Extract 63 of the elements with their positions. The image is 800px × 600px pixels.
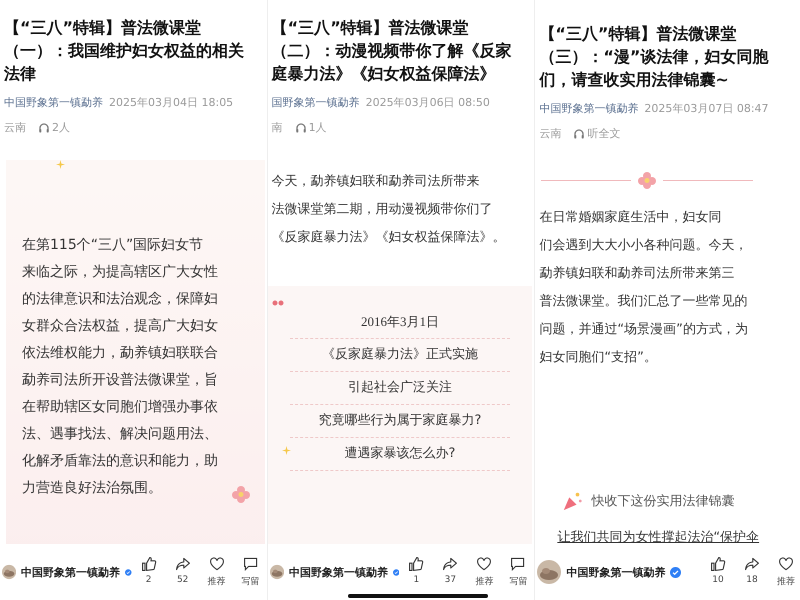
article-title: 【“三八”特辑】普法微课堂 （三）：“漫”谈法律，妇女同胞 们，请查收实用法律锦囊~ xyxy=(539,23,768,91)
recommend-label: 推荐 xyxy=(208,576,226,588)
flower-icon xyxy=(637,170,658,190)
headphones-icon xyxy=(573,128,586,140)
flower-icon xyxy=(230,484,251,504)
listen-count[interactable]: 听全文 xyxy=(587,126,620,141)
thumbs-up-icon[interactable] xyxy=(710,556,726,572)
location-text: 云南 xyxy=(539,126,562,141)
verified-icon xyxy=(670,566,682,578)
share-count: 18 xyxy=(746,575,758,585)
share-count: 52 xyxy=(176,575,188,585)
list-line: 遭遇家暴该怎么办? xyxy=(290,438,510,471)
listen-count[interactable]: 1人 xyxy=(308,120,327,135)
author-link[interactable]: 国野象第一镇勐养 xyxy=(272,95,360,110)
verified-icon xyxy=(125,566,132,578)
heart-icon[interactable] xyxy=(208,556,225,572)
list-line: 引起社会广泛关注 xyxy=(290,372,510,405)
underlined-text: 让我们共同为女性撑起法治“保护伞 xyxy=(557,529,760,544)
comment-label: 写留 xyxy=(242,576,260,588)
comment-icon[interactable] xyxy=(242,556,259,572)
location-text: 南 xyxy=(272,120,283,135)
share-icon[interactable] xyxy=(744,556,760,572)
account-avatar[interactable] xyxy=(537,560,562,584)
account-name[interactable]: 中国野象第一镇勐养 xyxy=(288,564,388,580)
comment-icon[interactable] xyxy=(510,556,526,572)
thumbs-up-icon[interactable] xyxy=(408,556,424,572)
list-line: 《反家庭暴力法》正式实施 xyxy=(290,339,510,372)
publish-date: 2025年03月07日 08:47 xyxy=(644,101,769,116)
article-title: 【“三八”特辑】普法微课堂 （二）：动漫视频带你了解《反家 庭暴力法》《妇女权益保障法》 xyxy=(272,17,512,85)
heart-icon[interactable] xyxy=(476,556,492,572)
like-count: 1 xyxy=(413,575,420,585)
list-line: 2016年3月1日 xyxy=(290,306,510,339)
recommend-label: 推荐 xyxy=(777,576,796,588)
author-link[interactable]: 中国野象第一镇勐养 xyxy=(4,95,103,110)
headphones-icon xyxy=(294,122,307,134)
thumbs-up-icon[interactable] xyxy=(140,556,157,572)
listen-count[interactable]: 2人 xyxy=(52,120,70,135)
like-count: 10 xyxy=(712,575,724,585)
article-title: 【“三八”特辑】普法微课堂 （一）：我国维护妇女权益的相关 法律 xyxy=(4,17,244,85)
location-text: 云南 xyxy=(4,120,26,135)
headphones-icon xyxy=(38,122,50,134)
publish-date: 2025年03月04日 18:05 xyxy=(109,95,234,110)
comment-label: 写留 xyxy=(509,576,528,588)
publish-date: 2025年03月06日 08:50 xyxy=(366,95,490,110)
recommend-label: 推荐 xyxy=(475,576,494,588)
account-name[interactable]: 中国野象第一镇勐养 xyxy=(21,564,120,580)
verified-icon xyxy=(392,566,400,578)
heart-icon[interactable] xyxy=(778,556,794,572)
like-count: 2 xyxy=(146,575,152,585)
list-line: 究竟哪些行为属于家庭暴力? xyxy=(290,405,510,438)
intro-paragraph: 今天，勐养镇妇联和勐养司法所带来 法微课堂第二期，用动漫视频带你们了 《反家庭暴力法》《妇女权益保障法》。 xyxy=(272,173,506,247)
banner-text: 快收下这份实用法律锦囊 xyxy=(591,493,734,510)
intro-paragraph: 在日常婚姻家庭生活中，妇女同 们会遇到大大小小各种问题。今天， 勐养镇妇联和勐养司法所带来第三 普法微课堂。我们汇总了一些常见的 问题，并通过“场景漫画”的方式，为 妇女同胞们“支招”。 xyxy=(539,209,748,367)
author-link[interactable]: 中国野象第一镇勐养 xyxy=(539,101,638,116)
share-icon[interactable] xyxy=(442,556,458,572)
account-name[interactable]: 中国野象第一镇勐养 xyxy=(566,564,666,580)
share-count: 37 xyxy=(444,575,456,585)
share-icon[interactable] xyxy=(174,556,191,572)
intro-paragraph: 在第115个“三八”国际妇女节 来临之际，为提高辖区广大女性 的法律意识和法治观念，保障妇 女群众合法权益，提高广大妇女 依法维权能力，勐养镇妇联联合 勐养司法所开设普法微课堂，旨 在帮助辖区女同胞们增强办事依 法、遇事找法、解决问题用法、 化解矛盾靠法的意识和能力，助 力营造良好法治氛围。 xyxy=(22,236,218,498)
sparkle-icon xyxy=(56,160,65,169)
party-popper-icon xyxy=(561,490,584,512)
sparkle-icon xyxy=(282,446,291,455)
quote-icon xyxy=(272,298,284,306)
